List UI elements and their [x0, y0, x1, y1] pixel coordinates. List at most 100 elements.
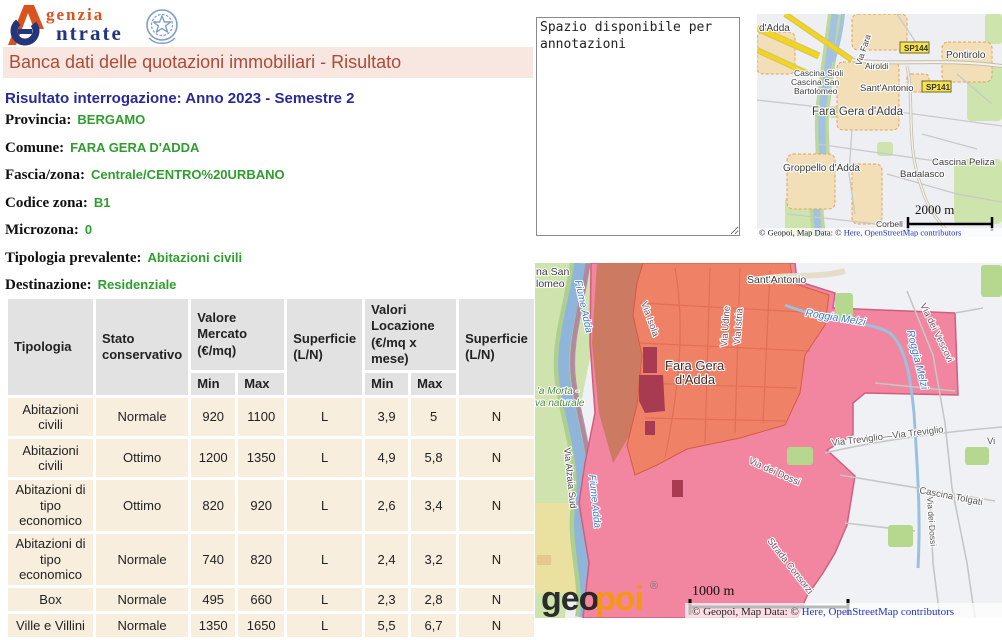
logo-word-ntrate: ntrate: [56, 21, 123, 46]
geopoi-logo-reg: ®: [650, 580, 658, 592]
attribution-text: © Geopoi, Map Data: ©: [759, 228, 844, 238]
geopoi-logo-poi: poi: [595, 580, 643, 618]
cell-vl-min: 2,4: [365, 534, 408, 585]
scale-label: 2000 m: [915, 202, 954, 217]
field-value: B1: [94, 195, 111, 210]
map-label-sant-antonio: Sant'Antonio: [747, 274, 806, 286]
scale-label: 1000 m: [692, 584, 735, 599]
agenzia-entrate-logo: genzia ntrate: [4, 3, 184, 47]
field-label: Comune:: [5, 140, 64, 156]
cell-superficie-2: N: [459, 398, 534, 436]
col-header-tipologia: Tipologia: [8, 299, 93, 395]
cell-vl-max: 3,2: [411, 534, 456, 585]
map-attribution: © Geopoi, Map Data: © Here, OpenStreetMa…: [692, 606, 954, 618]
annotations-textarea[interactable]: Spazio disponibile per annotazioni: [536, 17, 740, 236]
cell-superficie-2: N: [459, 588, 534, 611]
attribution-link-here[interactable]: Here,: [844, 228, 863, 238]
col-header-min: Min: [191, 373, 235, 395]
col-header-stato: Stato conservativo: [96, 299, 188, 395]
table-row: Abitazioni di tipo economico Ottimo 820 …: [8, 480, 534, 531]
field-fascia-zona: Fascia/zona:Centrale/CENTRO%20URBANO: [5, 166, 525, 184]
col-header-max: Max: [238, 373, 284, 395]
field-value: Residenziale: [98, 277, 177, 292]
cell-superficie-1: L: [287, 614, 362, 637]
cell-vm-min: 920: [191, 398, 235, 436]
attribution-link-osm[interactable]: OpenStreetMap contributors: [826, 606, 954, 618]
map-label-na-san: na San: [536, 266, 569, 278]
cell-vl-min: 3,9: [365, 398, 408, 436]
cell-vm-max: 1350: [238, 439, 284, 477]
field-comune: Comune: FARA GERA D'ADDA: [5, 139, 525, 157]
cell-stato: Normale: [96, 614, 188, 637]
map-label-badalasco: Badalasco: [900, 169, 944, 180]
map-label-naturale: va naturale: [535, 398, 585, 409]
small-buildings: [537, 555, 551, 565]
cell-vl-min: 2,3: [365, 588, 408, 611]
map-label-groppello: Groppello d'Adda: [783, 163, 860, 174]
map-label-pontirolo: Pontirolo: [946, 50, 986, 61]
cell-vm-max: 1100: [238, 398, 284, 436]
cell-superficie-1: L: [287, 480, 362, 531]
field-value: Centrale/CENTRO%20URBANO: [91, 167, 285, 182]
attribution-link-osm[interactable]: OpenStreetMap contributors: [862, 228, 961, 238]
cell-superficie-2: N: [459, 534, 534, 585]
cell-vm-min: 495: [191, 588, 235, 611]
col-header-superficie-2: Superficie (L/N): [459, 299, 534, 395]
field-value: Abitazioni civili: [148, 250, 243, 265]
cell-superficie-1: L: [287, 439, 362, 477]
attribution-link-here[interactable]: Here,: [802, 606, 826, 618]
geopoi-logo: geo poi ®: [541, 580, 658, 618]
field-label: Codice zona:: [5, 195, 88, 211]
cell-vm-min: 1200: [191, 439, 235, 477]
cell-vm-max: 660: [238, 588, 284, 611]
map-label-fara-gera: Fara Gera d'Adda: [812, 106, 904, 118]
field-label: Destinazione:: [5, 277, 92, 293]
cell-vm-max: 820: [238, 534, 284, 585]
sp144-badge-label: SP144: [904, 44, 929, 53]
cell-stato: Normale: [96, 534, 188, 585]
table-row: Abitazioni di tipo economico Normale 740…: [8, 534, 534, 585]
field-provincia: Provincia:BERGAMO: [5, 111, 525, 129]
cell-tipologia: Ville e Villini: [8, 614, 93, 637]
cell-vm-max: 1650: [238, 614, 284, 637]
cell-vm-max: 920: [238, 480, 284, 531]
agenzia-entrate-logo-glyph: [4, 3, 48, 47]
field-microzona: Microzona:0: [5, 221, 525, 239]
field-destinazione: Destinazione: Residenziale: [5, 276, 525, 294]
cell-vm-min: 740: [191, 534, 235, 585]
col-header-min: Min: [365, 373, 408, 395]
map-label-fara-gera-1: Fara Gera: [665, 358, 725, 373]
cell-tipologia: Abitazioni civili: [8, 398, 93, 436]
cell-tipologia: Abitazioni civili: [8, 439, 93, 477]
map-label-lomeo: lomeo: [536, 278, 565, 290]
cell-vm-min: 1350: [191, 614, 235, 637]
cell-vl-min: 2,6: [365, 480, 408, 531]
cell-superficie-1: L: [287, 398, 362, 436]
field-codice-zona: Codice zona: B1: [5, 194, 525, 212]
cell-vl-min: 5,5: [365, 614, 408, 637]
italy-emblem-icon: [142, 4, 182, 46]
map-label-bartolomeo: Bartolomeo: [794, 86, 838, 96]
cell-superficie-2: N: [459, 480, 534, 531]
zone-map[interactable]: na San lomeo Sant'Antonio Roggia Melzi V…: [535, 263, 1002, 618]
map-label-morta: 'a Morta -: [537, 386, 580, 397]
geopoi-logo-geo: geo: [541, 580, 599, 618]
table-row: Abitazioni civili Ottimo 1200 1350 L 4,9…: [8, 439, 534, 477]
cell-tipologia: Box: [8, 588, 93, 611]
field-label: Microzona:: [5, 222, 79, 238]
map-label-cascina-peliza: Cascina Peliza: [932, 157, 996, 168]
cell-vl-min: 4,9: [365, 439, 408, 477]
cell-stato: Normale: [96, 588, 188, 611]
table-row: Abitazioni civili Normale 920 1100 L 3,9…: [8, 398, 534, 436]
map-label-airoldi: Airoldi: [865, 61, 889, 71]
map-label-sant-antonio: Sant'Antonio: [860, 83, 914, 94]
cell-vl-max: 5,8: [411, 439, 456, 477]
cell-vm-min: 820: [191, 480, 235, 531]
field-value: FARA GERA D'ADDA: [70, 140, 199, 155]
table-row: Ville e Villini Normale 1350 1650 L 5,5 …: [8, 614, 534, 637]
overview-map[interactable]: d'Adda Via Fara Pontirolo Cascina Sioli …: [757, 14, 1002, 237]
field-tipologia-prevalente: Tipologia prevalente:Abitazioni civili: [5, 249, 525, 267]
map-attribution: © Geopoi, Map Data: © Here, OpenStreetMa…: [759, 228, 961, 238]
quotes-table: Tipologia Stato conservativo Valore Merc…: [5, 296, 537, 640]
map-label-vi-fragment: Vi: [987, 436, 995, 447]
